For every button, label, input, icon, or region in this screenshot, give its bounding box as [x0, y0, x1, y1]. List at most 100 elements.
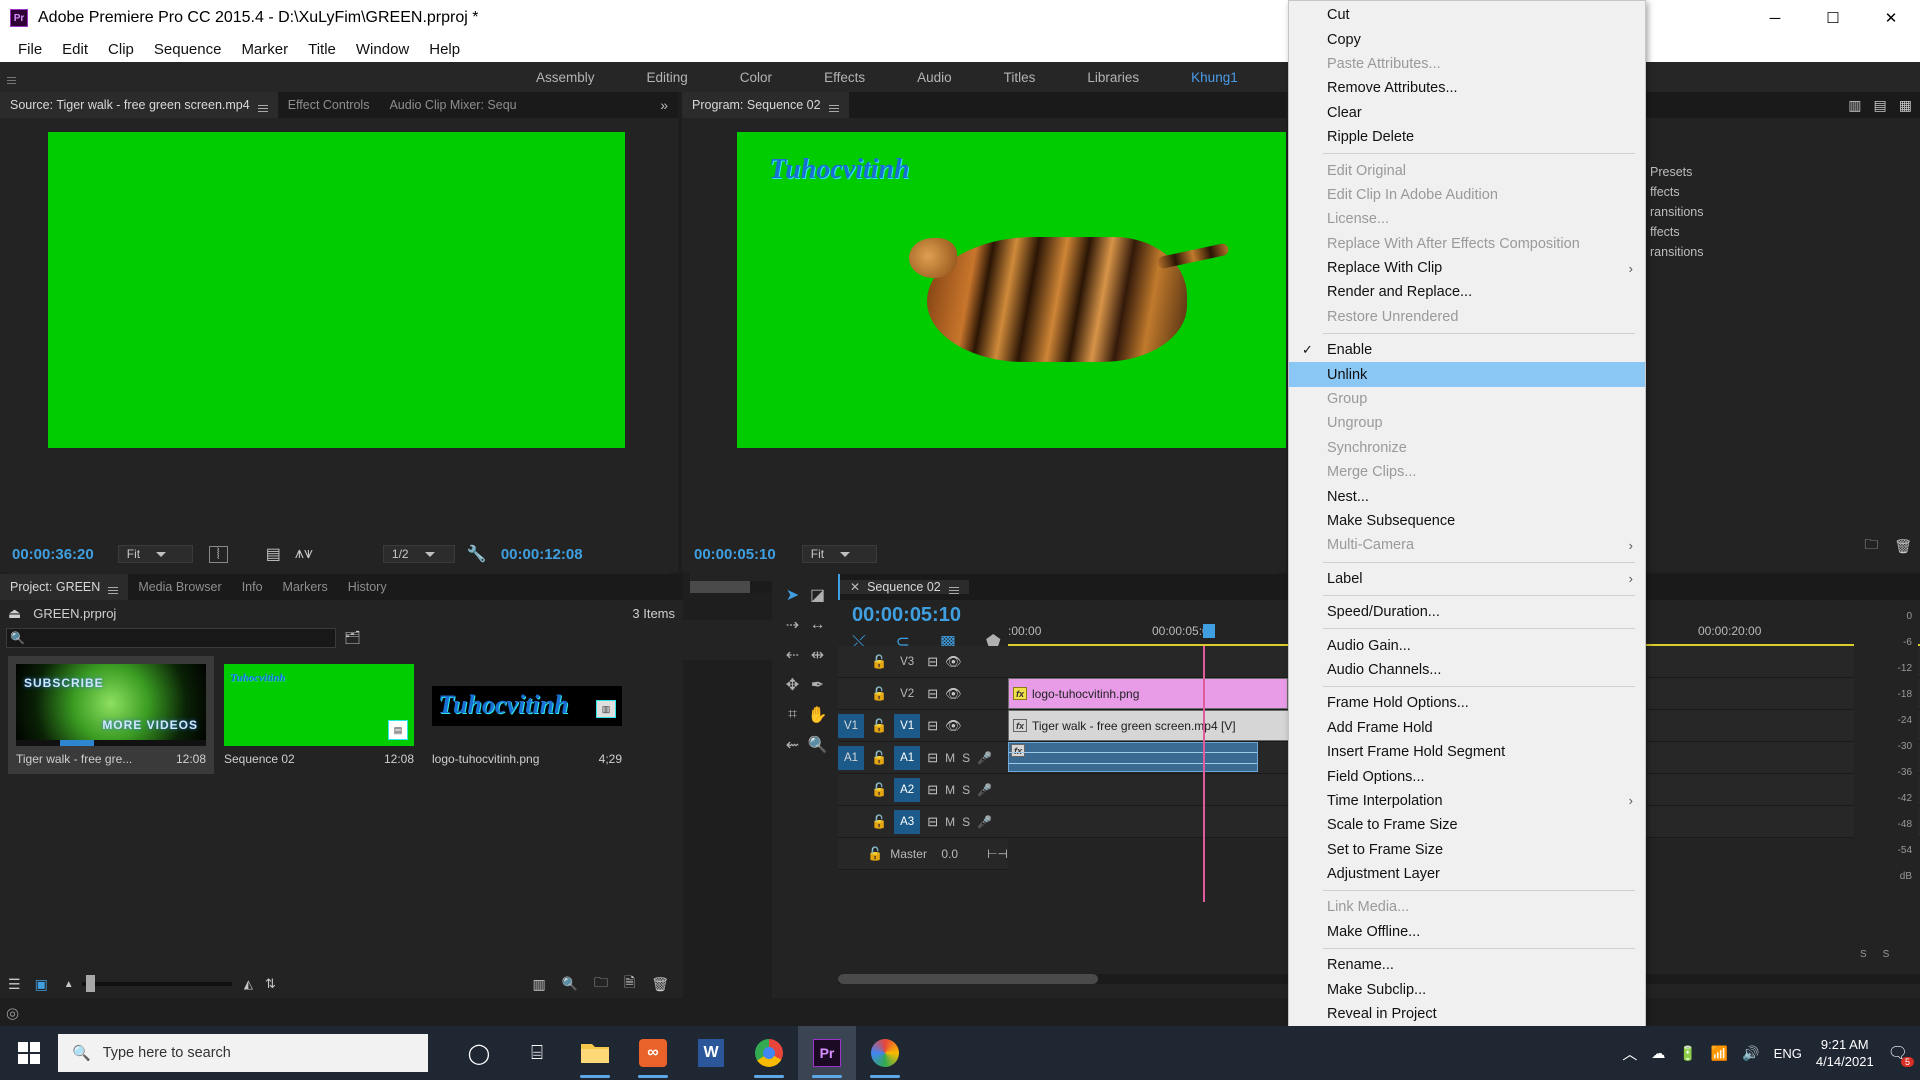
- channel-solo-left[interactable]: S: [1860, 949, 1867, 960]
- pan-icon[interactable]: ⊢⊣: [987, 847, 1008, 861]
- workspace-titles[interactable]: Titles: [978, 70, 1062, 85]
- new-bin-icon[interactable]: 🗀: [594, 972, 608, 996]
- program-fit-dropdown[interactable]: Fit: [801, 545, 877, 563]
- menu-unlink[interactable]: Unlink: [1289, 362, 1645, 387]
- mute-track-button[interactable]: M: [945, 783, 955, 797]
- program-timecode-current[interactable]: 00:00:05:10: [694, 546, 776, 563]
- sync-lock-icon[interactable]: ⊟: [927, 686, 938, 702]
- sort-icon[interactable]: ◭: [244, 977, 253, 991]
- slip-tool-icon[interactable]: ⌗: [780, 700, 805, 730]
- zoom-tool-icon[interactable]: 🔍: [805, 730, 830, 760]
- tab-info[interactable]: Info: [231, 574, 273, 600]
- mute-track-button[interactable]: M: [945, 815, 955, 829]
- track-header-v1[interactable]: V1 🔓 V1 ⊟ 👁: [838, 710, 1008, 742]
- ripple-edit-tool-icon[interactable]: ✥: [780, 670, 805, 700]
- creative-cloud-icon[interactable]: ◎: [6, 1004, 19, 1022]
- language-indicator[interactable]: ENG: [1774, 1046, 1802, 1061]
- menu-clear[interactable]: Clear: [1289, 101, 1645, 125]
- tab-project[interactable]: Project: GREEN: [0, 574, 129, 600]
- chrome-icon[interactable]: [740, 1026, 798, 1080]
- menu-frame-hold-options[interactable]: Frame Hold Options...: [1289, 691, 1645, 715]
- menu-item-clip[interactable]: Clip: [98, 39, 144, 60]
- track-header-master[interactable]: 🔓 Master 0.0 ⊢⊣: [838, 838, 1008, 870]
- menu-item-help[interactable]: Help: [419, 39, 470, 60]
- menu-item-marker[interactable]: Marker: [231, 39, 298, 60]
- clip-tiger-walk-audio[interactable]: fx: [1008, 742, 1258, 772]
- source-resolution-dropdown[interactable]: 1/2: [382, 545, 455, 563]
- close-button[interactable]: ✕: [1862, 0, 1920, 36]
- tab-media-browser[interactable]: Media Browser: [128, 574, 232, 600]
- maximize-button[interactable]: ☐: [1804, 0, 1862, 36]
- new-item-icon[interactable]: 🗎: [624, 972, 635, 996]
- cortana-icon[interactable]: ◯: [450, 1026, 508, 1080]
- lock-icon[interactable]: 🔓: [871, 750, 887, 766]
- menu-set-to-frame-size[interactable]: Set to Frame Size: [1289, 838, 1645, 862]
- workspace-drag-handle[interactable]: [0, 62, 22, 92]
- volume-icon[interactable]: 🔊: [1742, 1045, 1759, 1062]
- menu-add-frame-hold[interactable]: Add Frame Hold: [1289, 716, 1645, 740]
- menu-cut[interactable]: Cut: [1289, 3, 1645, 27]
- voice-over-icon[interactable]: 🎤: [977, 751, 992, 765]
- workspace-assembly[interactable]: Assembly: [510, 70, 621, 85]
- show-hidden-icons-icon[interactable]: ︿: [1622, 1043, 1637, 1064]
- source-indicator-v1[interactable]: V1: [838, 713, 864, 738]
- panel-menu-icon[interactable]: [828, 104, 839, 106]
- close-icon[interactable]: ✕: [850, 580, 860, 594]
- menu-copy[interactable]: Copy: [1289, 27, 1645, 51]
- menu-remove-attributes[interactable]: Remove Attributes...: [1289, 76, 1645, 100]
- menu-item-file[interactable]: File: [8, 39, 52, 60]
- source-waveform-icon[interactable]: ⩚⩛: [295, 545, 313, 563]
- workspace-audio[interactable]: Audio: [891, 70, 978, 85]
- sync-lock-icon[interactable]: ⊟: [927, 718, 938, 734]
- sync-lock-icon[interactable]: ⊟: [927, 750, 938, 766]
- tabs-overflow-button[interactable]: »: [650, 92, 678, 118]
- menu-render-and-replace[interactable]: Render and Replace...: [1289, 280, 1645, 304]
- master-level-value[interactable]: 0.0: [941, 847, 958, 861]
- workspace-color[interactable]: Color: [714, 70, 798, 85]
- tab-program[interactable]: Program: Sequence 02: [682, 92, 849, 118]
- eye-icon[interactable]: 👁: [945, 718, 962, 734]
- mute-track-button[interactable]: M: [945, 751, 955, 765]
- rolling-edit-tool-icon[interactable]: ↔: [805, 610, 830, 640]
- premiere-pro-icon[interactable]: Pr: [798, 1026, 856, 1080]
- timeline-timecode[interactable]: 00:00:05:10: [852, 604, 961, 627]
- source-select-zoom-icon[interactable]: ⦚: [208, 545, 228, 563]
- solo-track-button[interactable]: S: [962, 751, 970, 765]
- battery-icon[interactable]: 🔋: [1679, 1045, 1696, 1062]
- timeline-playhead-marker[interactable]: [1203, 624, 1215, 638]
- tab-sequence-02[interactable]: ✕ Sequence 02: [840, 580, 969, 594]
- menu-ripple-delete[interactable]: Ripple Delete: [1289, 125, 1645, 149]
- track-header-a1[interactable]: A1 🔓 A1 ⊟ M S 🎤: [838, 742, 1008, 774]
- menu-item-title[interactable]: Title: [298, 39, 346, 60]
- effects-row-transitions-1[interactable]: ransitions: [1640, 202, 1920, 222]
- windows-logo-icon[interactable]: [0, 1026, 58, 1080]
- menu-replace-with-clip[interactable]: Replace With Clip ›: [1289, 256, 1645, 280]
- eye-icon[interactable]: 👁: [945, 686, 962, 702]
- voice-over-icon[interactable]: 🎤: [977, 815, 992, 829]
- source-timecode-duration[interactable]: 00:00:12:08: [501, 546, 583, 563]
- tab-source[interactable]: Source: Tiger walk - free green screen.m…: [0, 92, 278, 118]
- effects-row-presets[interactable]: Presets: [1640, 162, 1920, 182]
- solo-track-button[interactable]: S: [962, 783, 970, 797]
- parent-bin-icon[interactable]: ⏏: [8, 605, 21, 622]
- clock[interactable]: 9:21 AM 4/14/2021: [1816, 1036, 1874, 1070]
- search-input[interactable]: 🔍: [6, 628, 337, 648]
- source-settings-wrench-icon[interactable]: 🔧: [467, 544, 487, 564]
- source-indicator-a1[interactable]: A1: [838, 745, 864, 770]
- panel-menu-icon[interactable]: [948, 586, 959, 588]
- search-field[interactable]: [27, 631, 336, 645]
- zoom-slider-icon[interactable]: [81, 975, 232, 992]
- lock-icon[interactable]: 🔓: [871, 782, 887, 798]
- track-header-a3[interactable]: 🔓 A3 ⊟ M S 🎤: [838, 806, 1008, 838]
- workspace-effects[interactable]: Effects: [798, 70, 891, 85]
- effects-row-transitions-2[interactable]: ransitions: [1640, 242, 1920, 262]
- file-explorer-icon[interactable]: [566, 1026, 624, 1080]
- menu-rename[interactable]: Rename...: [1289, 953, 1645, 977]
- list-view-icon[interactable]: ☰: [8, 976, 21, 993]
- lock-icon[interactable]: 🔓: [871, 718, 887, 734]
- solo-track-button[interactable]: S: [962, 815, 970, 829]
- menu-scale-to-frame-size[interactable]: Scale to Frame Size: [1289, 813, 1645, 837]
- menu-make-offline[interactable]: Make Offline...: [1289, 920, 1645, 944]
- menu-reveal-in-project[interactable]: Reveal in Project: [1289, 1002, 1645, 1026]
- source-timecode-current[interactable]: 00:00:36:20: [12, 546, 94, 563]
